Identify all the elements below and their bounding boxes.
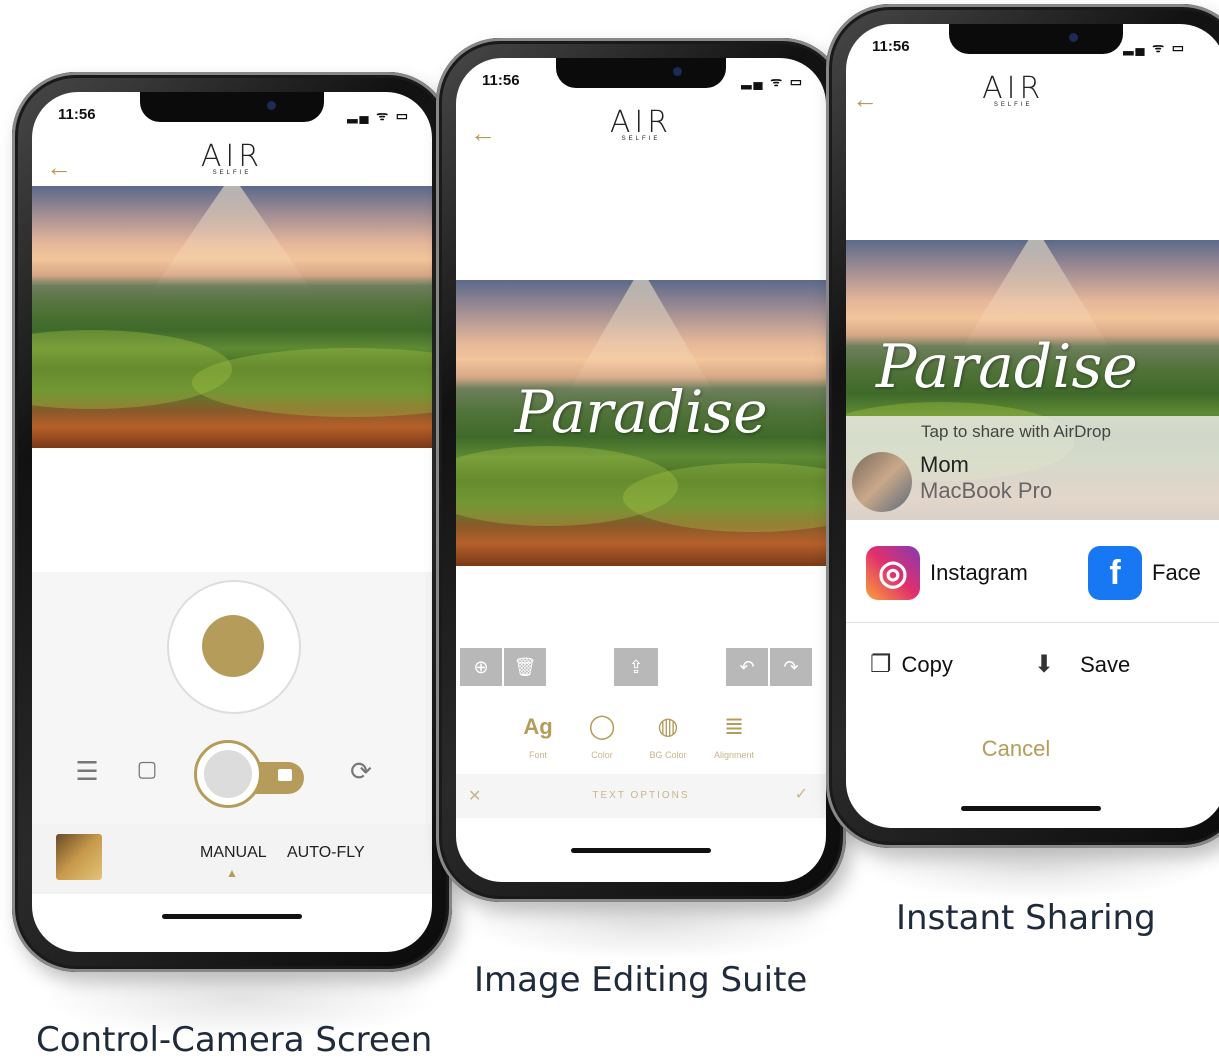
copy-label: Copy bbox=[901, 651, 953, 677]
sticker-icon[interactable]: ▢ bbox=[130, 756, 164, 782]
phone-instant-sharing: 11:56 ▂▄ ᯤ ▭ ← AIR SELFIE Paradise Tap t… bbox=[826, 4, 1219, 848]
save-icon: ⬇ bbox=[1034, 651, 1055, 678]
instagram-icon: ◎ bbox=[866, 546, 920, 600]
active-mode-marker: ▲ bbox=[226, 866, 238, 880]
caption-image-editing: Image Editing Suite bbox=[474, 960, 808, 1000]
capture-button-inner[interactable] bbox=[202, 615, 264, 677]
bg-color-label: BG Color bbox=[649, 750, 687, 760]
redo-button[interactable]: ↷ bbox=[770, 648, 812, 686]
copy-action[interactable]: ❐ Copy bbox=[870, 650, 953, 679]
hill bbox=[192, 348, 432, 417]
status-icons: ▂▄ ᯤ ▭ bbox=[741, 74, 804, 89]
contact-avatar[interactable] bbox=[852, 452, 912, 512]
airdrop-hint: Tap to share with AirDrop bbox=[921, 422, 1111, 441]
save-label: Save bbox=[1080, 651, 1131, 677]
caption-control-camera: Control-Camera Screen bbox=[36, 1020, 433, 1060]
contact-name[interactable]: Mom bbox=[920, 452, 969, 478]
video-icon bbox=[278, 769, 292, 781]
back-arrow-icon[interactable]: ← bbox=[470, 120, 496, 146]
divider bbox=[846, 622, 1219, 623]
font-label: Font bbox=[528, 750, 547, 760]
screen: 11:56 ▂▄ ᯤ ▭ ← AIR SELFIE Paradise Tap t… bbox=[846, 24, 1219, 828]
caption-instant-sharing: Instant Sharing bbox=[896, 898, 1156, 938]
sliders-icon[interactable]: ☰ bbox=[70, 756, 104, 787]
color-label: Color bbox=[591, 750, 613, 760]
copy-icon: ❐ bbox=[870, 651, 892, 678]
logo-text: AIR bbox=[982, 71, 1045, 106]
preview-image bbox=[32, 186, 432, 448]
share-instagram[interactable]: ◎ Instagram bbox=[866, 546, 1028, 600]
screen: 11:56 ▂▄ ᯤ ▭ ← AIR SELFIE ☰ ▢ ⟳ MANUAL A… bbox=[32, 92, 432, 952]
gallery-thumbnail[interactable] bbox=[56, 834, 102, 880]
photo-video-toggle[interactable] bbox=[194, 740, 306, 812]
app-logo: AIR SELFIE bbox=[982, 71, 1045, 109]
font-icon[interactable]: Ag bbox=[518, 714, 558, 740]
logo-text: AIR bbox=[200, 139, 264, 174]
add-text-button[interactable]: ⊕ bbox=[460, 648, 502, 686]
undo-button[interactable]: ↶ bbox=[726, 648, 768, 686]
facebook-icon: f bbox=[1088, 546, 1142, 600]
facebook-label: Face bbox=[1152, 560, 1201, 585]
overlay-text[interactable]: Paradise bbox=[456, 378, 826, 446]
alignment-icon[interactable]: ≣ bbox=[714, 712, 754, 741]
airdrop-panel: Tap to share with AirDrop Mom MacBook Pr… bbox=[846, 416, 1219, 520]
status-icons: ▂▄ ᯤ ▭ bbox=[347, 108, 410, 123]
cancel-button[interactable]: Cancel bbox=[846, 736, 1186, 762]
export-button[interactable]: ⇪ bbox=[614, 648, 658, 686]
notch bbox=[555, 58, 727, 88]
editing-image: Paradise bbox=[456, 280, 826, 566]
light-rays bbox=[152, 186, 312, 291]
home-indicator bbox=[162, 914, 302, 919]
app-logo: AIR SELFIE bbox=[609, 105, 673, 143]
text-options-title: TEXT OPTIONS bbox=[592, 790, 690, 801]
save-action[interactable]: ⬇ Save bbox=[1034, 650, 1130, 679]
contact-device: MacBook Pro bbox=[920, 478, 1053, 503]
bg-color-icon[interactable]: ◍ bbox=[648, 712, 688, 741]
confirm-icon[interactable]: ✓ bbox=[795, 784, 808, 804]
status-time: 11:56 bbox=[58, 106, 96, 123]
screen: 11:56 ▂▄ ᯤ ▭ ← AIR SELFIE Paradise ⊕ 🗑 ⇪… bbox=[456, 58, 826, 882]
back-arrow-icon[interactable]: ← bbox=[46, 154, 72, 180]
status-time: 11:56 bbox=[872, 38, 910, 55]
status-time: 11:56 bbox=[482, 72, 520, 89]
app-logo: AIR SELFIE bbox=[200, 139, 264, 177]
overlay-text: Paradise bbox=[876, 332, 1138, 402]
delete-button[interactable]: 🗑 bbox=[504, 648, 546, 686]
notch bbox=[948, 24, 1124, 54]
phone-image-editing: 11:56 ▂▄ ᯤ ▭ ← AIR SELFIE Paradise ⊕ 🗑 ⇪… bbox=[436, 38, 846, 902]
rotate-icon[interactable]: ⟳ bbox=[344, 756, 378, 787]
alignment-label: Alignment bbox=[713, 750, 755, 760]
mode-auto-fly[interactable]: AUTO-FLY bbox=[287, 844, 365, 862]
color-icon[interactable]: ◯ bbox=[582, 712, 622, 741]
logo-text: AIR bbox=[609, 105, 673, 140]
photo-mode-knob bbox=[194, 740, 262, 808]
notch bbox=[140, 92, 324, 122]
instagram-label: Instagram bbox=[930, 560, 1028, 585]
home-indicator bbox=[961, 806, 1101, 811]
back-arrow-icon[interactable]: ← bbox=[852, 86, 878, 112]
mode-manual[interactable]: MANUAL bbox=[200, 844, 267, 862]
share-facebook[interactable]: f Face bbox=[1088, 546, 1201, 600]
status-icons: ▂▄ ᯤ ▭ bbox=[1123, 40, 1186, 55]
home-indicator bbox=[571, 848, 711, 853]
phone-control-camera: 11:56 ▂▄ ᯤ ▭ ← AIR SELFIE ☰ ▢ ⟳ MANUAL A… bbox=[12, 72, 452, 972]
